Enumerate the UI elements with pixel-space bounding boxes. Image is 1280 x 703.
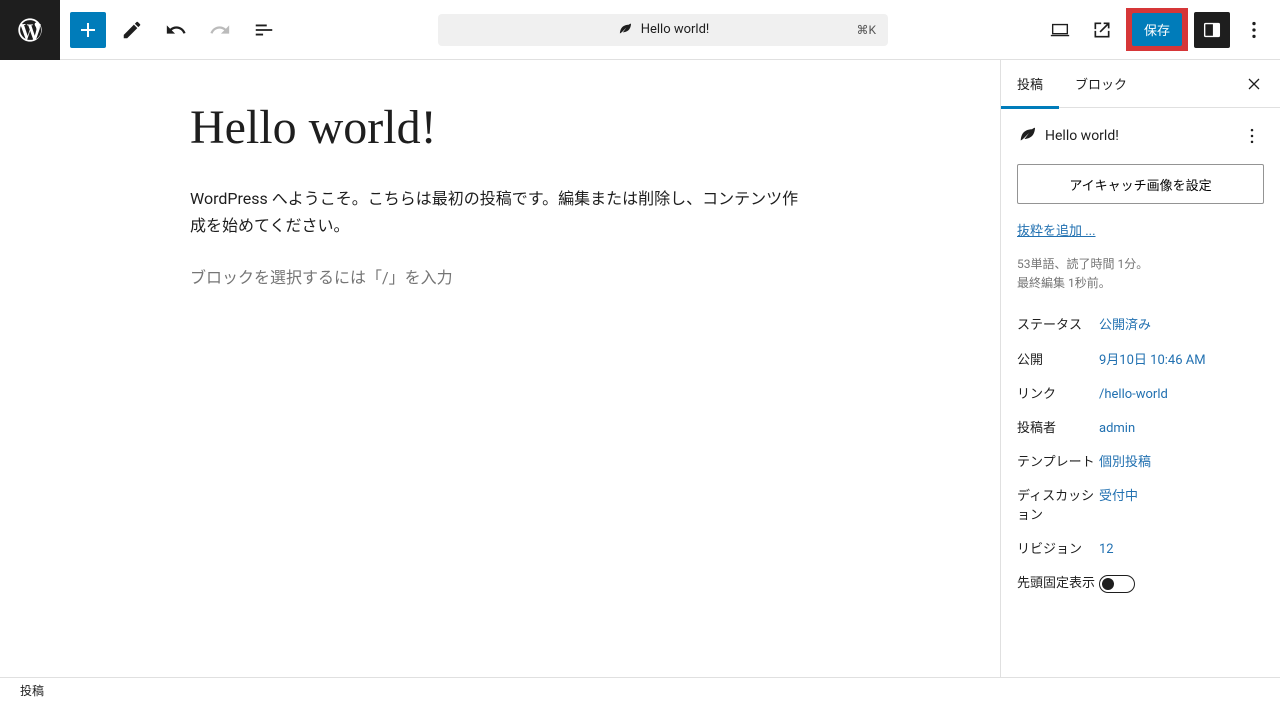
post-body[interactable]: WordPress へようこそ。こちらは最初の投稿です。編集または削除し、コンテ… bbox=[190, 185, 810, 239]
publish-value[interactable]: 9月10日 10:46 AM bbox=[1099, 352, 1206, 370]
document-overview-button[interactable] bbox=[246, 12, 282, 48]
document-title-pill[interactable]: Hello world! ⌘K bbox=[438, 14, 888, 46]
tab-block[interactable]: ブロック bbox=[1059, 60, 1143, 108]
revisions-value[interactable]: 12 bbox=[1099, 541, 1114, 559]
document-title-bar: Hello world! ⌘K bbox=[292, 14, 1034, 46]
toolbar-right: 保存 bbox=[1034, 8, 1280, 51]
settings-sidebar: 投稿 ブロック Hello world! アイキャッチ画像を設定 抜粋を追加 .… bbox=[1000, 60, 1280, 677]
tools-button[interactable] bbox=[114, 12, 150, 48]
discussion-label: ディスカッション bbox=[1017, 488, 1095, 524]
summary-actions-button[interactable] bbox=[1240, 124, 1264, 148]
topbar: Hello world! ⌘K 保存 bbox=[0, 0, 1280, 60]
row-status: ステータス 公開済み bbox=[1017, 309, 1264, 343]
meta-text: 53単語、読了時間 1分。 最終編集 1秒前。 bbox=[1017, 255, 1264, 293]
post-attributes: ステータス 公開済み 公開 9月10日 10:46 AM リンク /hello-… bbox=[1017, 309, 1264, 601]
feather-icon bbox=[617, 23, 631, 37]
row-revisions: リビジョン 12 bbox=[1017, 533, 1264, 567]
row-discussion: ディスカッション 受付中 bbox=[1017, 480, 1264, 532]
link-value[interactable]: /hello-world bbox=[1099, 386, 1168, 404]
view-button[interactable] bbox=[1042, 12, 1078, 48]
set-featured-image-button[interactable]: アイキャッチ画像を設定 bbox=[1017, 164, 1264, 204]
undo-button[interactable] bbox=[158, 12, 194, 48]
document-title: Hello world! bbox=[641, 22, 710, 37]
status-value[interactable]: 公開済み bbox=[1099, 317, 1151, 335]
sidebar-tabs: 投稿 ブロック bbox=[1001, 60, 1280, 108]
row-template: テンプレート 個別投稿 bbox=[1017, 446, 1264, 480]
sidebar-toggle-button[interactable] bbox=[1194, 12, 1230, 48]
publish-label: 公開 bbox=[1017, 352, 1095, 370]
close-sidebar-button[interactable] bbox=[1236, 66, 1272, 102]
options-button[interactable] bbox=[1236, 12, 1272, 48]
canvas-inner: Hello world! WordPress へようこそ。こちらは最初の投稿です… bbox=[190, 60, 810, 288]
add-excerpt-link[interactable]: 抜粋を追加 ... bbox=[1017, 220, 1096, 239]
editor-canvas[interactable]: Hello world! WordPress へようこそ。こちらは最初の投稿です… bbox=[0, 60, 1000, 677]
template-label: テンプレート bbox=[1017, 454, 1095, 472]
feather-icon bbox=[1017, 127, 1035, 145]
discussion-value[interactable]: 受付中 bbox=[1099, 488, 1138, 506]
author-value[interactable]: admin bbox=[1099, 420, 1135, 438]
toolbar-left bbox=[60, 12, 292, 48]
word-count: 53単語、読了時間 1分。 bbox=[1017, 255, 1264, 274]
link-label: リンク bbox=[1017, 386, 1095, 404]
status-label: ステータス bbox=[1017, 317, 1095, 335]
external-link-button[interactable] bbox=[1084, 12, 1120, 48]
breadcrumb[interactable]: 投稿 bbox=[20, 682, 44, 699]
summary-title: Hello world! bbox=[1045, 128, 1119, 144]
summary-header: Hello world! bbox=[1017, 124, 1264, 148]
post-summary: Hello world! アイキャッチ画像を設定 抜粋を追加 ... 53単語、… bbox=[1001, 108, 1280, 617]
sticky-toggle[interactable] bbox=[1099, 575, 1135, 593]
bottombar: 投稿 bbox=[0, 677, 1280, 703]
row-author: 投稿者 admin bbox=[1017, 412, 1264, 446]
row-sticky: 先頭固定表示 bbox=[1017, 567, 1264, 601]
row-publish: 公開 9月10日 10:46 AM bbox=[1017, 344, 1264, 378]
last-edited: 最終編集 1秒前。 bbox=[1017, 274, 1264, 293]
kbd-shortcut: ⌘K bbox=[856, 23, 876, 37]
save-highlight-wrap: 保存 bbox=[1126, 8, 1188, 51]
tab-post[interactable]: 投稿 bbox=[1001, 60, 1059, 108]
sticky-label: 先頭固定表示 bbox=[1017, 575, 1095, 593]
revisions-label: リビジョン bbox=[1017, 541, 1095, 559]
template-value[interactable]: 個別投稿 bbox=[1099, 454, 1151, 472]
save-button[interactable]: 保存 bbox=[1132, 13, 1182, 46]
wp-logo[interactable] bbox=[0, 0, 60, 60]
row-link: リンク /hello-world bbox=[1017, 378, 1264, 412]
block-placeholder[interactable]: ブロックを選択するには「/」を入力 bbox=[190, 264, 810, 288]
add-block-button[interactable] bbox=[70, 12, 106, 48]
body-wrap: Hello world! WordPress へようこそ。こちらは最初の投稿です… bbox=[0, 60, 1280, 677]
author-label: 投稿者 bbox=[1017, 420, 1095, 438]
redo-button[interactable] bbox=[202, 12, 238, 48]
post-title[interactable]: Hello world! bbox=[190, 100, 810, 155]
